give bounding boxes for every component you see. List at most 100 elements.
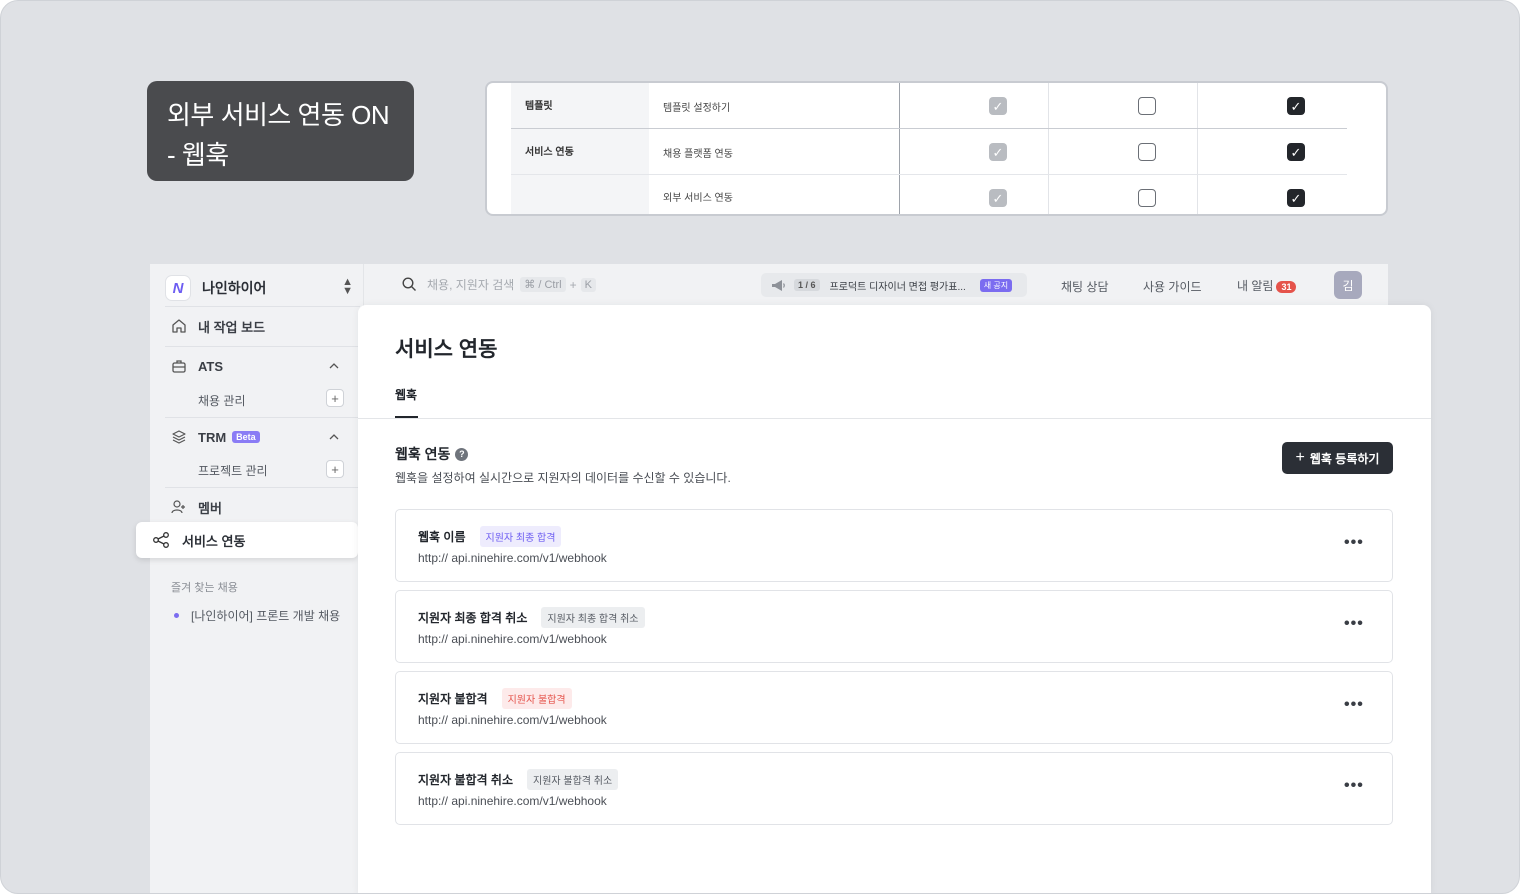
megaphone-icon: [772, 279, 785, 291]
permission-row: 외부 서비스 연동 ✓ ✓: [511, 175, 1347, 214]
section-title: 웹훅 연동 ?: [395, 444, 469, 464]
new-notice-badge: 새 공지: [979, 278, 1013, 292]
sidebar-item-trm[interactable]: TRM Beta: [170, 425, 260, 449]
sidebar-subitem-recruit[interactable]: 채용 관리: [198, 392, 246, 409]
sidebar: N 나인하이어 ▲ ▼ 내 작업 보드 ATS 채용 관리 + TRM Beta…: [136, 264, 364, 893]
user-guide-link[interactable]: 사용 가이드: [1143, 278, 1202, 295]
event-tag: 지원자 최종 합격 취소: [541, 607, 645, 628]
permission-item: 외부 서비스 연동: [663, 193, 733, 204]
notifications-link[interactable]: 내 알림 31: [1237, 277, 1297, 294]
permission-row: 서비스 연동 채용 플랫폼 연동 ✓ ✓: [511, 129, 1347, 175]
checkbox-checked-disabled: ✓: [989, 97, 1007, 115]
tab-webhook[interactable]: 웹훅: [395, 386, 417, 403]
home-icon: [170, 317, 188, 335]
page-title: 서비스 연동: [395, 338, 498, 361]
webhook-card[interactable]: 웹훅 이름 지원자 최종 합격 http:// api.ninehire.com/…: [395, 509, 1393, 582]
top-bar: 채용, 지원자 검색 ⌘ / Ctrl + K 1 / 6 프로덕트 디자이너 …: [364, 264, 1388, 305]
favorite-label: [나인하이어] 프론트 개발 채용: [191, 609, 341, 623]
feature-label-line1: 외부 서비스 연동 ON: [167, 100, 390, 130]
shortcut-key: K: [580, 277, 596, 292]
checkbox-unchecked[interactable]: [1138, 143, 1156, 161]
sidebar-item-label: TRM: [198, 429, 227, 445]
add-project-button[interactable]: +: [326, 460, 344, 478]
notifications-label: 내 알림: [1237, 279, 1274, 293]
notice-text: 프로덕트 디자이너 면접 평가표...: [829, 281, 966, 293]
sidebar-item-dashboard[interactable]: 내 작업 보드: [170, 314, 265, 338]
search-icon: [402, 277, 416, 291]
checkbox-checked-disabled: ✓: [989, 189, 1007, 207]
dot-icon: [174, 613, 179, 618]
permission-category: 템플릿: [525, 101, 553, 112]
chevron-up-icon[interactable]: [328, 360, 340, 372]
webhook-url: http:// api.ninehire.com/v1/webhook: [418, 713, 607, 727]
webhook-url: http:// api.ninehire.com/v1/webhook: [418, 632, 607, 646]
webhook-name: 지원자 최종 합격 취소: [418, 611, 528, 625]
ninehire-logo-icon: N: [165, 275, 191, 301]
chat-support-link[interactable]: 채팅 상담: [1061, 278, 1109, 295]
webhook-url: http:// api.ninehire.com/v1/webhook: [418, 551, 607, 565]
more-options-icon[interactable]: •••: [1344, 615, 1364, 633]
notice-count: 1 / 6: [794, 279, 820, 291]
briefcase-icon: [170, 357, 188, 375]
help-icon[interactable]: ?: [455, 447, 469, 461]
webhook-name: 지원자 불합격: [418, 692, 488, 706]
favorites-title: 즐겨 찾는 채용: [171, 582, 238, 594]
section-title-text: 웹훅 연동: [395, 446, 451, 462]
permission-table: 템플릿 템플릿 설정하기 ✓ ✓ 서비스 연동 채용 플랫폼 연동 ✓ ✓ 외부…: [485, 81, 1388, 216]
share-icon: [152, 531, 170, 549]
checkbox-unchecked[interactable]: [1138, 97, 1156, 115]
notification-count-badge: 31: [1276, 281, 1297, 293]
feature-label-card: 외부 서비스 연동 ON - 웹훅: [147, 81, 414, 181]
section-description: 웹훅을 설정하여 실시간으로 지원자의 데이터를 수신할 수 있습니다.: [395, 471, 731, 485]
sidebar-item-label: 내 작업 보드: [198, 319, 266, 335]
sidebar-item-ats[interactable]: ATS: [170, 354, 223, 378]
shortcut-plus: +: [569, 277, 577, 292]
sidebar-item-member[interactable]: 멤버: [170, 495, 222, 519]
event-tag: 지원자 불합격: [501, 688, 572, 709]
checkbox-checked[interactable]: ✓: [1287, 143, 1305, 161]
sidebar-subitem-project[interactable]: 프로젝트 관리: [198, 462, 268, 479]
workspace-switcher[interactable]: N 나인하이어 ▲ ▼: [165, 272, 355, 304]
event-tag: 지원자 불합격 취소: [527, 769, 619, 790]
search-input[interactable]: 채용, 지원자 검색 ⌘ / Ctrl + K: [402, 276, 596, 293]
webhook-name: 지원자 불합격 취소: [418, 773, 513, 787]
add-webhook-button[interactable]: + 웹훅 등록하기: [1282, 442, 1393, 474]
avatar[interactable]: 김: [1334, 271, 1362, 299]
event-tag: 지원자 최종 합격: [479, 526, 562, 547]
main-panel: 서비스 연동 웹훅 웹훅 연동 ? 웹훅을 설정하여 실시간으로 지원자의 데이…: [358, 305, 1431, 893]
webhook-url: http:// api.ninehire.com/v1/webhook: [418, 794, 607, 808]
screen-frame: 외부 서비스 연동 ON - 웹훅 템플릿 템플릿 설정하기 ✓ ✓ 서비스 연…: [0, 0, 1520, 894]
webhook-card[interactable]: 지원자 최종 합격 취소 지원자 최종 합격 취소 http:// api.nin…: [395, 590, 1393, 663]
webhook-name: 웹훅 이름: [418, 530, 466, 544]
permission-row: 템플릿 템플릿 설정하기 ✓ ✓: [511, 83, 1347, 129]
add-recruit-button[interactable]: +: [326, 389, 344, 407]
permission-item: 템플릿 설정하기: [663, 103, 731, 114]
layers-icon: [170, 428, 188, 446]
add-webhook-label: 웹훅 등록하기: [1309, 451, 1380, 466]
checkbox-checked-disabled: ✓: [989, 143, 1007, 161]
sort-updown-icon: ▲ ▼: [342, 276, 353, 297]
feature-label-line2: - 웹훅: [167, 140, 229, 170]
more-options-icon[interactable]: •••: [1344, 534, 1364, 552]
favorite-recruit-item[interactable]: [나인하이어] 프론트 개발 채용: [174, 607, 340, 624]
shortcut-key: ⌘ / Ctrl: [520, 277, 566, 292]
sidebar-item-label: ATS: [198, 358, 224, 374]
plus-icon: +: [1295, 449, 1305, 466]
webhook-card[interactable]: 지원자 불합격 지원자 불합격 http:// api.ninehire.com/…: [395, 671, 1393, 744]
permission-category: 서비스 연동: [525, 147, 574, 158]
beta-badge: Beta: [232, 431, 260, 443]
checkbox-unchecked[interactable]: [1138, 189, 1156, 207]
search-placeholder: 채용, 지원자 검색: [427, 278, 515, 292]
checkbox-checked[interactable]: ✓: [1287, 97, 1305, 115]
sidebar-item-service-integration[interactable]: 서비스 연동: [136, 522, 358, 558]
checkbox-checked[interactable]: ✓: [1287, 189, 1305, 207]
more-options-icon[interactable]: •••: [1344, 777, 1364, 795]
notice-banner[interactable]: 1 / 6 프로덕트 디자이너 면접 평가표... 새 공지: [761, 273, 1027, 297]
chevron-up-icon[interactable]: [328, 431, 340, 443]
add-user-icon: [170, 498, 188, 516]
webhook-card[interactable]: 지원자 불합격 취소 지원자 불합격 취소 http:// api.ninehir…: [395, 752, 1393, 825]
permission-item: 채용 플랫폼 연동: [663, 149, 733, 160]
more-options-icon[interactable]: •••: [1344, 696, 1364, 714]
workspace-name: 나인하이어: [202, 280, 267, 296]
sidebar-item-label: 멤버: [198, 500, 222, 516]
